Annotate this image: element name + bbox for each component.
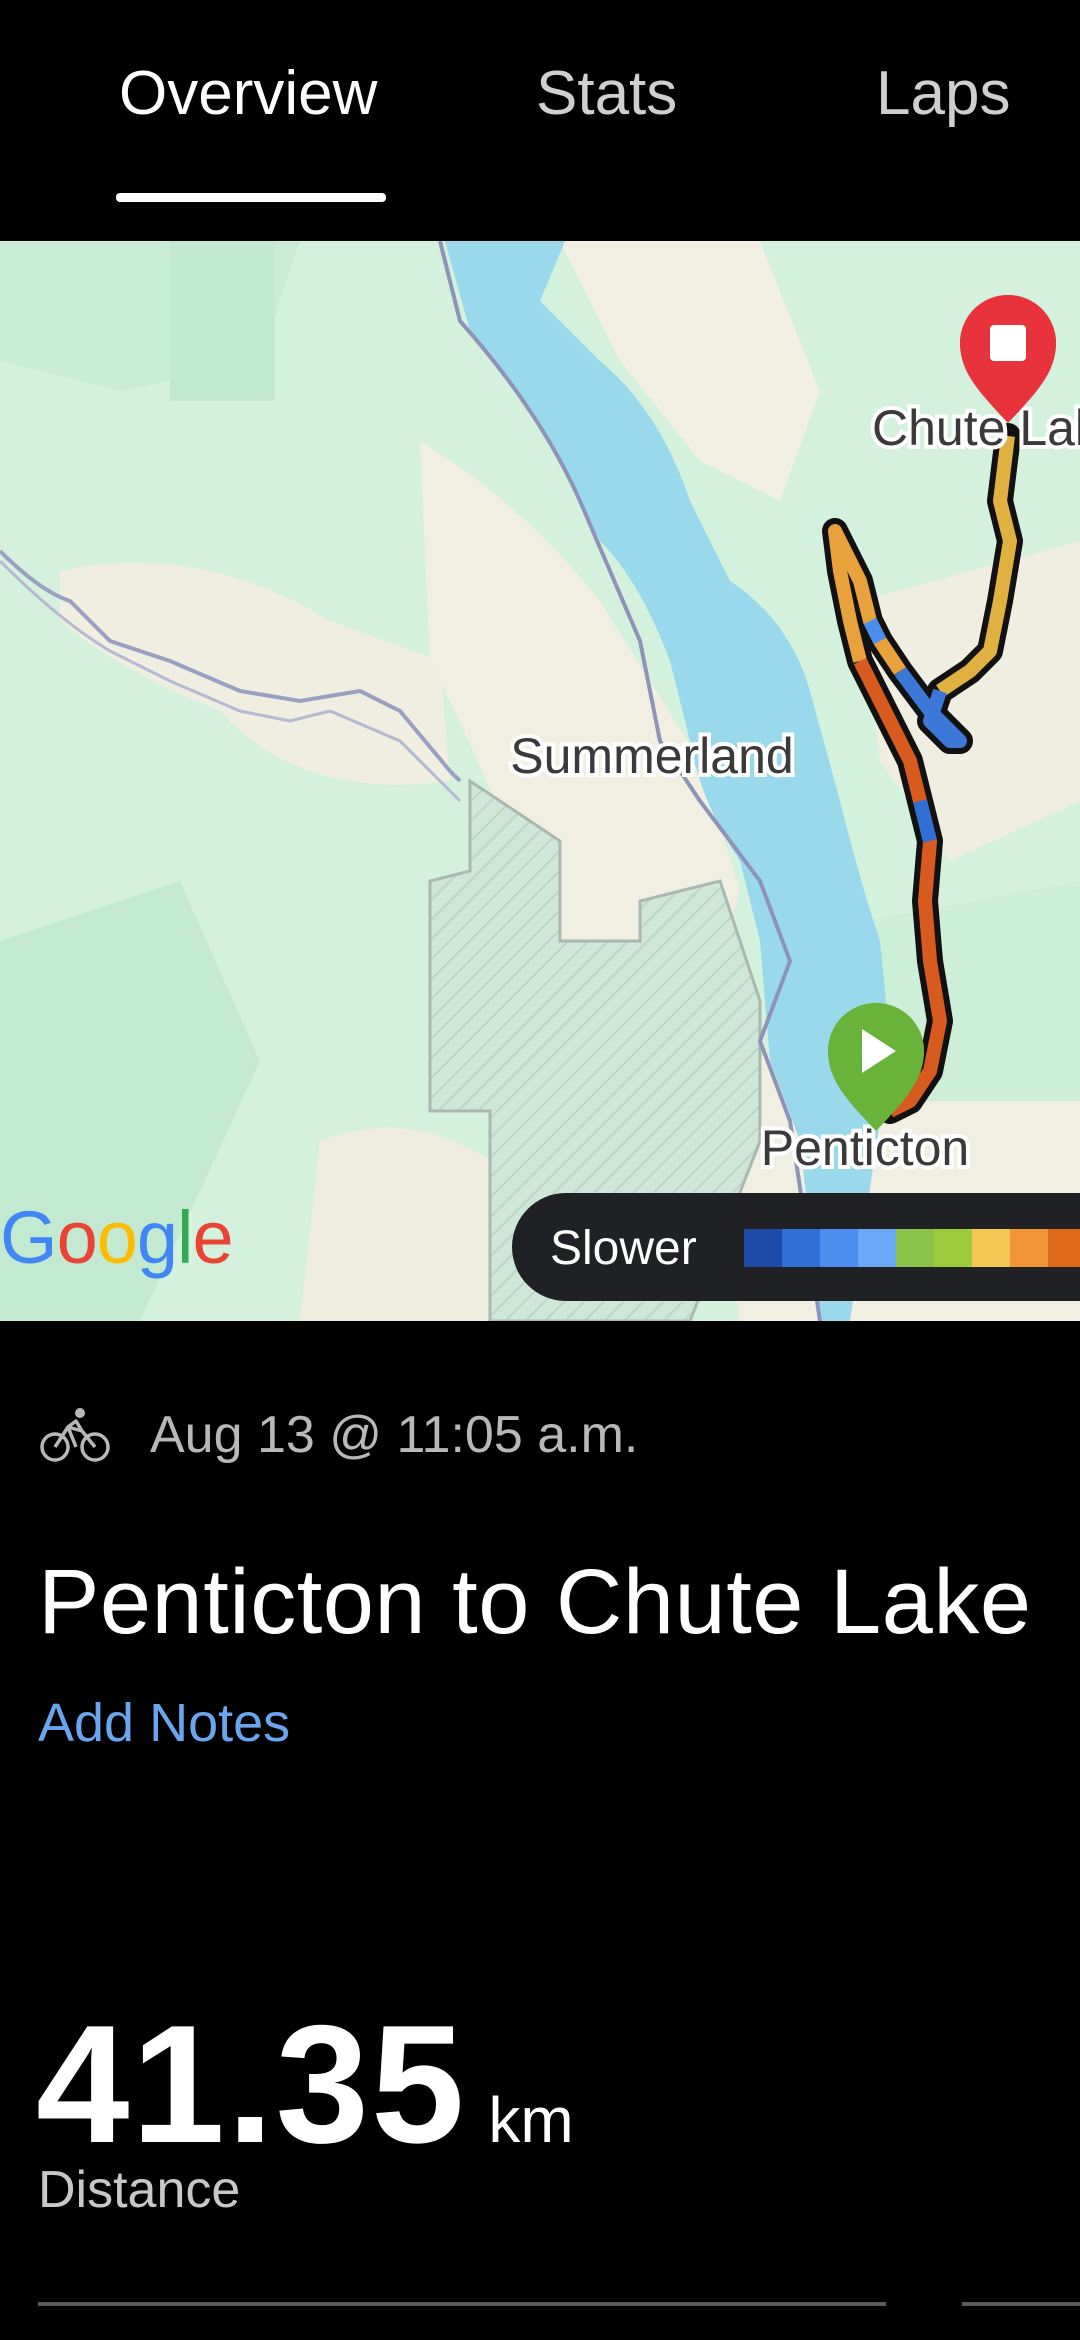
bicycle-icon bbox=[40, 1408, 110, 1462]
legend-label: Slower bbox=[550, 1222, 697, 1275]
activity-date: Aug 13 @ 11:05 a.m. bbox=[150, 1406, 639, 1464]
map-label-summerland: Summerland bbox=[510, 728, 793, 784]
speed-legend: Slower bbox=[512, 1193, 1080, 1301]
tab-stats[interactable]: Stats bbox=[536, 58, 677, 129]
map-label-chute-lake: Chute Lake bbox=[872, 400, 1080, 456]
map-canvas: Summerland Penticton Chute Lake bbox=[0, 241, 1080, 1321]
distance-stat: 41.35 km bbox=[36, 1988, 574, 2181]
legend-swatch bbox=[972, 1229, 1010, 1267]
map-label-penticton: Penticton bbox=[761, 1120, 969, 1176]
legend-swatch bbox=[744, 1229, 782, 1267]
add-notes-link[interactable]: Add Notes bbox=[38, 1692, 290, 1754]
tab-bar: Overview Stats Laps bbox=[0, 0, 1080, 241]
divider-left bbox=[38, 2302, 886, 2306]
legend-swatch bbox=[896, 1229, 934, 1267]
activity-title[interactable]: Penticton to Chute Lake bbox=[38, 1550, 1032, 1655]
distance-unit: km bbox=[488, 2084, 574, 2156]
legend-swatch bbox=[934, 1229, 972, 1267]
legend-swatch bbox=[782, 1229, 820, 1267]
tab-overview[interactable]: Overview bbox=[119, 58, 377, 129]
google-logo: Google bbox=[0, 1196, 234, 1279]
divider-right bbox=[962, 2302, 1080, 2306]
legend-swatch bbox=[1010, 1229, 1048, 1267]
active-tab-indicator bbox=[116, 193, 386, 202]
activity-meta: Aug 13 @ 11:05 a.m. bbox=[40, 1400, 638, 1470]
tab-laps[interactable]: Laps bbox=[876, 58, 1010, 129]
legend-color-bar bbox=[744, 1229, 1080, 1267]
legend-swatch bbox=[1048, 1229, 1080, 1267]
distance-value: 41.35 bbox=[36, 1990, 467, 2178]
legend-swatch bbox=[820, 1229, 858, 1267]
route-map[interactable]: Summerland Penticton Chute Lake Google S… bbox=[0, 241, 1080, 1321]
legend-swatch bbox=[858, 1229, 896, 1267]
distance-label: Distance bbox=[38, 2161, 241, 2219]
